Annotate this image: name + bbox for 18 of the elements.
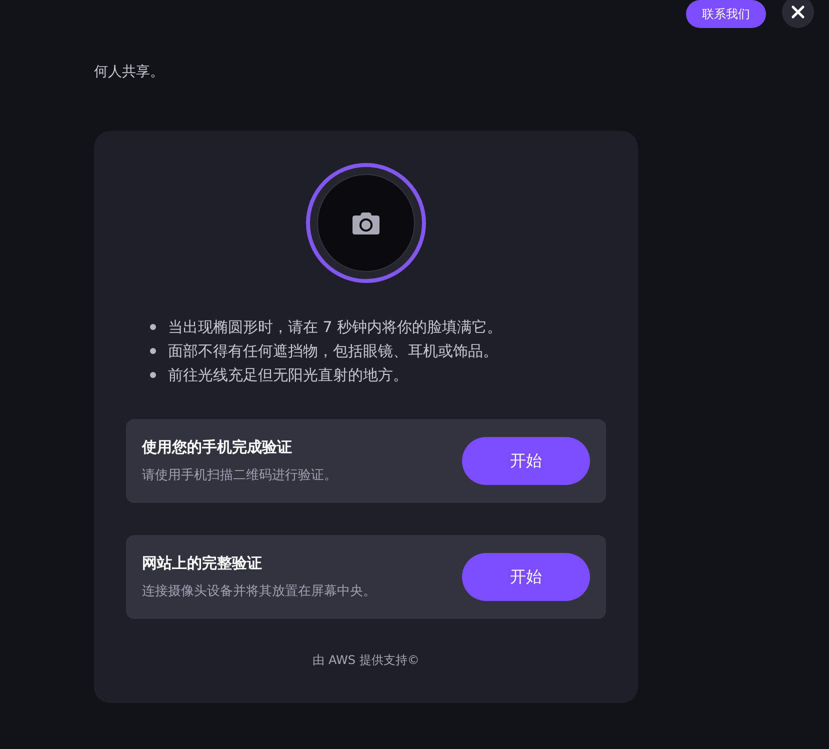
intro-text: 何人共享。: [94, 63, 164, 82]
contact-us-button[interactable]: 联系我们: [686, 0, 766, 28]
close-icon: [791, 5, 805, 19]
option-title: 使用您的手机完成验证: [142, 437, 293, 458]
instruction-text: 前往光线充足但无阳光直射的地方。: [168, 365, 408, 386]
bullet-dot-icon: [150, 348, 156, 354]
powered-by-text: 由 AWS 提供支持©: [312, 652, 420, 669]
bullet-dot-icon: [150, 324, 156, 330]
bullet-dot-icon: [150, 372, 156, 378]
close-button[interactable]: [782, 0, 814, 28]
camera-icon: [352, 212, 380, 234]
option-description: 连接摄像头设备并将其放置在屏幕中央。: [142, 583, 376, 601]
start-button[interactable]: 开始: [462, 553, 590, 601]
instruction-text: 面部不得有任何遮挡物，包括眼镜、耳机或饰品。: [168, 341, 498, 362]
option-title: 网站上的完整验证: [142, 553, 263, 574]
option-description: 请使用手机扫描二维码进行验证。: [142, 467, 337, 485]
start-button[interactable]: 开始: [462, 437, 590, 485]
instruction-text: 当出现椭圆形时，请在 7 秒钟内将你的脸填满它。: [168, 317, 502, 338]
